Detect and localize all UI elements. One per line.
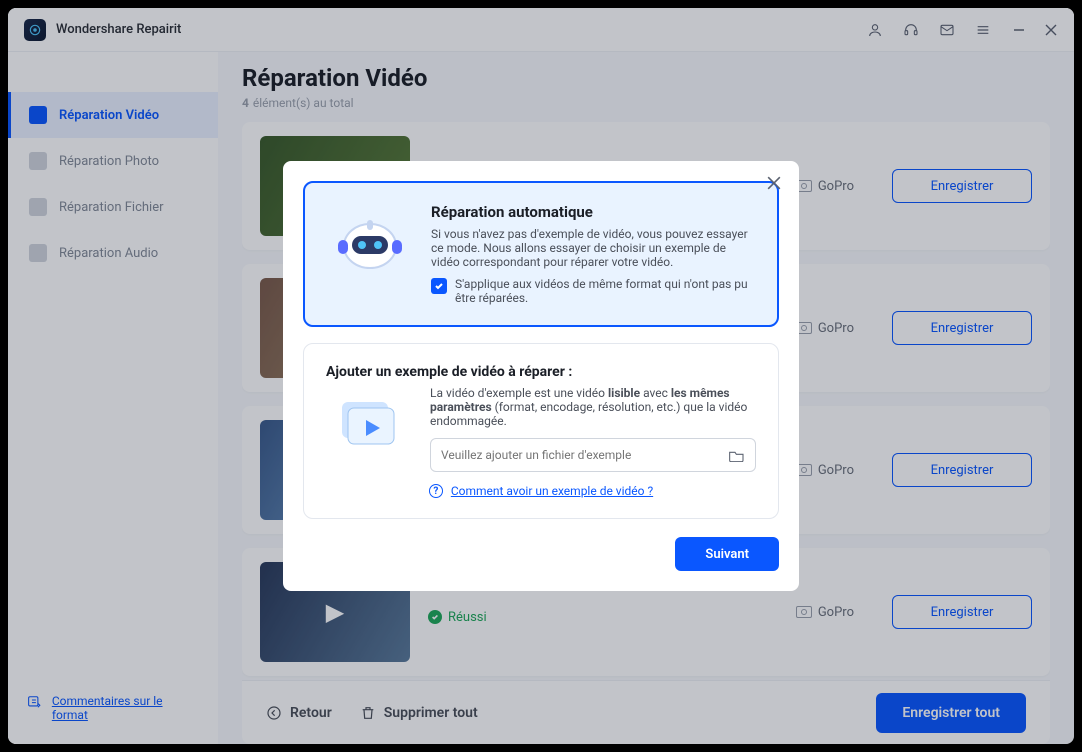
sample-desc: La vidéo d'exemple est une vidéo lisible…	[430, 386, 756, 428]
sample-input[interactable]	[430, 438, 756, 472]
folder-icon[interactable]	[729, 448, 745, 462]
modal-overlay[interactable]: Réparation automatique Si vous n'avez pa…	[8, 8, 1074, 744]
auto-repair-title: Réparation automatique	[431, 203, 755, 221]
next-button[interactable]: Suivant	[675, 537, 779, 571]
auto-repair-desc: Si vous n'avez pas d'exemple de vidéo, v…	[431, 227, 755, 269]
help-icon: ?	[429, 484, 443, 498]
close-icon[interactable]	[767, 175, 783, 191]
sample-panel[interactable]: Ajouter un exemple de vidéo à réparer : …	[303, 343, 779, 519]
checkbox-label: S'applique aux vidéos de même format qui…	[455, 277, 755, 305]
sample-video-icon	[326, 386, 412, 462]
sample-title: Ajouter un exemple de vidéo à réparer :	[326, 364, 756, 380]
auto-repair-panel[interactable]: Réparation automatique Si vous n'avez pa…	[303, 181, 779, 327]
repair-mode-modal: Réparation automatique Si vous n'avez pa…	[283, 161, 799, 591]
robot-icon	[327, 203, 413, 279]
sample-file-field[interactable]	[441, 448, 721, 462]
help-link[interactable]: Comment avoir un exemple de vidéo ?	[451, 484, 653, 498]
apply-checkbox[interactable]	[431, 278, 447, 294]
